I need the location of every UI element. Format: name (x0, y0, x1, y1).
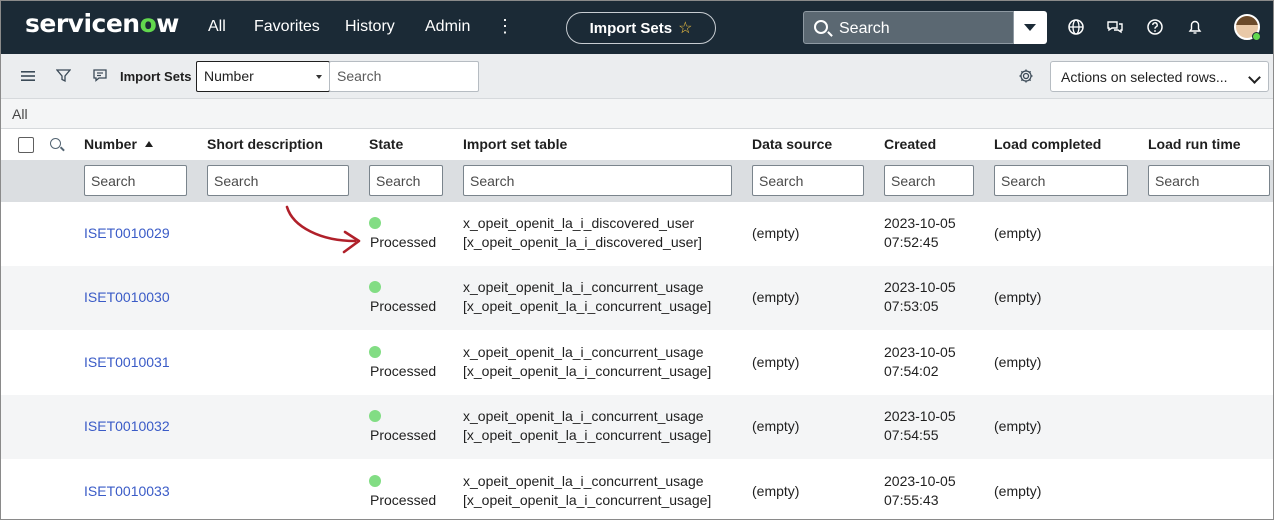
servicenow-logo[interactable]: servicenow (25, 9, 179, 38)
row-created-date: 2023-10-05 (884, 279, 956, 295)
context-pill-import-sets[interactable]: Import Sets ☆ (566, 12, 716, 44)
row-data-source: (empty) (752, 418, 800, 434)
row-created-date: 2023-10-05 (884, 408, 956, 424)
actions-select[interactable]: Actions on selected rows... (1050, 61, 1269, 92)
presence-status-icon (1252, 32, 1261, 41)
gear-icon[interactable] (1018, 68, 1034, 84)
col-created[interactable]: Created (884, 136, 936, 152)
search-scope-dropdown[interactable] (1014, 11, 1047, 44)
breadcrumb: All (1, 99, 1273, 129)
global-search-input[interactable]: Search (803, 11, 1014, 44)
row-created-date: 2023-10-05 (884, 215, 956, 231)
row-import-set-table-name: x_opeit_openit_la_i_concurrent_usage (463, 408, 704, 424)
nav-history[interactable]: History (345, 18, 395, 36)
col-data-source[interactable]: Data source (752, 136, 832, 152)
row-state: Processed (370, 492, 437, 508)
table-row[interactable]: ISET0010029 Processed x_opeit_openit_la_i_… (1, 202, 1273, 266)
row-created-time: 07:53:05 (884, 298, 939, 314)
row-number-link[interactable]: ISET0010030 (84, 288, 170, 307)
globe-icon[interactable] (1067, 18, 1085, 36)
list-icon[interactable] (21, 70, 35, 82)
filter-icon[interactable] (56, 68, 71, 83)
nav-admin[interactable]: Admin (425, 18, 470, 36)
col-load-completed[interactable]: Load completed (994, 136, 1101, 152)
top-nav: servicenow All Favorites History Admin ⋮… (1, 1, 1273, 54)
table-row[interactable]: ISET0010033 Processed x_opeit_openit_la_i_… (1, 460, 1273, 520)
state-indicator-icon (369, 346, 381, 358)
row-created-time: 07:52:45 (884, 234, 939, 250)
row-import-set-table-ref: [x_opeit_openit_la_i_concurrent_usage] (463, 492, 712, 508)
nav-favorites[interactable]: Favorites (254, 18, 320, 36)
list-search-input[interactable]: Search (329, 61, 479, 92)
row-created-time: 07:54:55 (884, 427, 939, 443)
row-number-link[interactable]: ISET0010033 (84, 482, 170, 501)
select-all-checkbox[interactable] (18, 137, 34, 153)
nav-all[interactable]: All (208, 18, 226, 36)
row-import-set-table-ref: [x_opeit_openit_la_i_concurrent_usage] (463, 363, 712, 379)
row-load-completed: (empty) (994, 418, 1042, 434)
row-created-date: 2023-10-05 (884, 344, 956, 360)
state-indicator-icon (369, 410, 381, 422)
row-number-link[interactable]: ISET0010032 (84, 417, 170, 436)
state-indicator-icon (369, 475, 381, 487)
table-row[interactable]: ISET0010031 Processed x_opeit_openit_la_i_… (1, 331, 1273, 395)
row-load-completed: (empty) (994, 289, 1042, 305)
row-import-set-table-ref: [x_opeit_openit_la_i_discovered_user] (463, 234, 702, 250)
more-menu-icon[interactable]: ⋮ (496, 16, 514, 37)
pill-label: Import Sets (589, 19, 673, 37)
col-import-set-table[interactable]: Import set table (463, 136, 567, 152)
row-state: Processed (370, 234, 437, 250)
filter-number-input[interactable]: Search (84, 165, 187, 196)
row-load-completed: (empty) (994, 483, 1042, 499)
star-icon[interactable]: ☆ (678, 18, 692, 38)
filter-state-input[interactable]: Search (369, 165, 443, 196)
row-import-set-table-name: x_opeit_openit_la_i_concurrent_usage (463, 344, 704, 360)
row-state: Processed (370, 427, 437, 443)
breadcrumb-all[interactable]: All (12, 106, 28, 122)
list-toolbar: Import Sets Number Search Actions on sel… (1, 54, 1273, 99)
row-load-completed: (empty) (994, 354, 1042, 370)
row-data-source: (empty) (752, 354, 800, 370)
context-menu-icon[interactable] (93, 69, 107, 82)
filter-load-completed-input[interactable]: Search (994, 165, 1128, 196)
row-import-set-table-name: x_opeit_openit_la_i_concurrent_usage (463, 279, 704, 295)
col-number[interactable]: Number (84, 136, 153, 152)
col-state[interactable]: State (369, 136, 403, 152)
col-short-description[interactable]: Short description (207, 136, 323, 152)
row-data-source: (empty) (752, 483, 800, 499)
row-number-link[interactable]: ISET0010029 (84, 224, 170, 243)
filter-import-set-table-input[interactable]: Search (463, 165, 732, 196)
table-row[interactable]: ISET0010032 Processed x_opeit_openit_la_i_… (1, 395, 1273, 459)
row-import-set-table-ref: [x_opeit_openit_la_i_concurrent_usage] (463, 427, 712, 443)
filter-short-description-input[interactable]: Search (207, 165, 349, 196)
row-load-completed: (empty) (994, 225, 1042, 241)
row-created-date: 2023-10-05 (884, 473, 956, 489)
row-state: Processed (370, 298, 437, 314)
filter-load-run-time-input[interactable]: Search (1148, 165, 1270, 196)
row-import-set-table-ref: [x_opeit_openit_la_i_concurrent_usage] (463, 298, 712, 314)
table-row[interactable]: ISET0010030 Processed x_opeit_openit_la_i_… (1, 266, 1273, 330)
search-icon (814, 20, 828, 34)
row-data-source: (empty) (752, 225, 800, 241)
filter-created-input[interactable]: Search (884, 165, 974, 196)
state-indicator-icon (369, 281, 381, 293)
row-state: Processed (370, 363, 437, 379)
col-load-run-time[interactable]: Load run time (1148, 136, 1241, 152)
search-field-select[interactable]: Number (196, 61, 330, 92)
annotation-arrow (285, 205, 361, 254)
row-created-time: 07:55:43 (884, 492, 939, 508)
filter-data-source-input[interactable]: Search (752, 165, 864, 196)
list-title: Import Sets (120, 69, 192, 84)
row-import-set-table-name: x_opeit_openit_la_i_concurrent_usage (463, 473, 704, 489)
bell-icon[interactable] (1186, 18, 1204, 36)
chat-icon[interactable] (1106, 18, 1124, 36)
row-import-set-table-name: x_opeit_openit_la_i_discovered_user (463, 215, 695, 231)
global-search-label: Search (839, 20, 890, 37)
help-icon[interactable] (1146, 18, 1164, 36)
row-created-time: 07:54:02 (884, 363, 939, 379)
row-number-link[interactable]: ISET0010031 (84, 353, 170, 372)
search-icon[interactable] (50, 138, 61, 149)
row-data-source: (empty) (752, 289, 800, 305)
sort-ascending-icon (144, 141, 153, 147)
